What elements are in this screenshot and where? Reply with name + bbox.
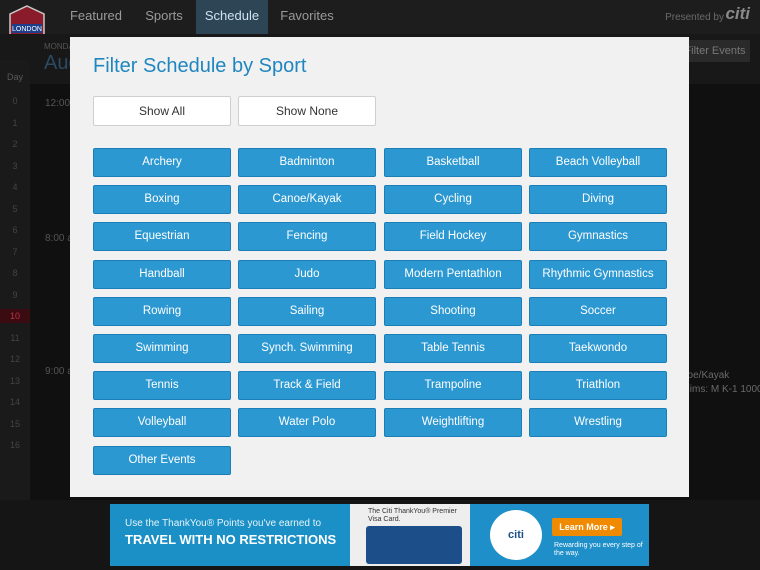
day-number[interactable]: 9 — [0, 288, 30, 302]
show-all-button[interactable]: Show All — [93, 96, 231, 126]
sport-filter-button[interactable]: Badminton — [238, 148, 376, 177]
day-number[interactable]: 15 — [0, 417, 30, 431]
ad-banner[interactable]: Use the ThankYou® Points you've earned t… — [110, 504, 649, 566]
day-number[interactable]: 14 — [0, 395, 30, 409]
ad-reward-text: Rewarding you every step of the way. — [554, 542, 643, 557]
sport-filter-button[interactable]: Wrestling — [529, 408, 667, 438]
ad-tagline: TRAVEL WITH NO RESTRICTIONS — [125, 532, 337, 547]
sport-filter-button[interactable]: Handball — [93, 259, 231, 289]
day-number[interactable]: 1 — [0, 116, 30, 130]
sport-filter-button[interactable]: Diving — [529, 185, 667, 215]
sport-filter-button[interactable]: Table Tennis — [384, 334, 522, 363]
day-number[interactable]: 2 — [0, 137, 30, 151]
day-number[interactable]: 3 — [0, 159, 30, 173]
event-name-text: elims: M K-1 1000 — [682, 384, 760, 395]
sport-filter-button[interactable]: Rowing — [93, 296, 231, 326]
tab-featured[interactable]: Featured — [62, 0, 130, 34]
day-label: Day — [6, 72, 23, 82]
day-number[interactable]: 6 — [0, 223, 30, 237]
sport-filter-button[interactable]: Gymnastics — [529, 222, 667, 252]
sport-filter-button[interactable]: Judo — [238, 259, 376, 289]
sport-filter-button[interactable]: Boxing — [93, 185, 231, 215]
ad-headline: Use the ThankYou® Points you've earned t… — [125, 518, 322, 529]
citi-logo: citi — [725, 4, 750, 23]
day-number[interactable]: 5 — [0, 202, 30, 216]
sport-filter-button[interactable]: Track & Field — [238, 371, 376, 401]
ad-card-title: The Citi ThankYou® Premier Visa Card. — [368, 508, 457, 523]
show-none-button[interactable]: Show None — [238, 96, 376, 126]
sport-filter-button[interactable]: Field Hockey — [384, 222, 522, 252]
svg-text:LONDON: LONDON — [12, 26, 42, 33]
modal-title: Filter Schedule by Sport — [93, 55, 307, 77]
day-number[interactable]: 7 — [0, 245, 30, 259]
schedule-time: 12:00 — [45, 98, 71, 109]
sport-filter-button[interactable]: Synch. Swimming — [238, 334, 376, 363]
schedule-time: 9:00 a — [45, 366, 73, 377]
presented-by-label: Presented by — [665, 12, 724, 23]
day-number[interactable]: 8 — [0, 266, 30, 280]
filter-modal: Filter Schedule by Sport Show All Show N… — [70, 37, 689, 497]
sport-filter-button[interactable]: Equestrian — [93, 222, 231, 252]
day-number[interactable]: 13 — [0, 374, 30, 388]
sport-filter-button[interactable]: Cycling — [384, 185, 522, 215]
sport-filter-button[interactable]: Beach Volleyball — [529, 148, 667, 177]
sport-filter-button[interactable]: Other Events — [93, 445, 231, 475]
sport-filter-button[interactable]: Taekwondo — [529, 334, 667, 363]
day-number[interactable]: 4 — [0, 180, 30, 194]
sport-filter-button[interactable]: Water Polo — [238, 408, 376, 438]
event-sport-text: noe/Kayak — [682, 370, 730, 381]
sport-filter-button[interactable]: Swimming — [93, 334, 231, 363]
day-number[interactable]: 11 — [0, 331, 30, 345]
tab-favorites[interactable]: Favorites — [272, 0, 342, 34]
sport-filter-button[interactable]: Weightlifting — [384, 408, 522, 438]
sport-filter-button[interactable]: Soccer — [529, 296, 667, 326]
sport-filter-button[interactable]: Trampoline — [384, 371, 522, 401]
ad-left-panel: Use the ThankYou® Points you've earned t… — [110, 504, 350, 566]
citi-circle-logo: citi — [490, 510, 542, 560]
sport-filter-button[interactable]: Volleyball — [93, 408, 231, 438]
sport-filter-button[interactable]: Basketball — [384, 148, 522, 177]
sport-filter-button[interactable]: Canoe/Kayak — [238, 185, 376, 215]
sport-filter-button[interactable]: Modern Pentathlon — [384, 259, 522, 289]
day-number[interactable]: 0 — [0, 94, 30, 108]
tab-schedule[interactable]: Schedule — [196, 0, 268, 34]
learn-more-button[interactable]: Learn More ▸ — [552, 518, 622, 536]
ad-card-panel: The Citi ThankYou® Premier Visa Card. — [350, 504, 470, 566]
filter-events-button[interactable]: Filter Events — [680, 40, 750, 62]
day-number[interactable]: 16 — [0, 438, 30, 452]
sport-filter-button[interactable]: Sailing — [238, 296, 376, 326]
credit-card-image — [366, 526, 462, 564]
day-number[interactable]: 10 — [0, 309, 30, 323]
sport-filter-button[interactable]: Rhythmic Gymnastics — [529, 259, 667, 289]
top-nav-bar: LONDON Featured Sports Schedule Favorite… — [0, 0, 760, 55]
sport-filter-button[interactable]: Tennis — [93, 371, 231, 401]
sport-filter-button[interactable]: Triathlon — [529, 371, 667, 401]
schedule-time: 8:00 a — [45, 233, 73, 244]
sport-filter-button[interactable]: Fencing — [238, 222, 376, 252]
day-number[interactable]: 12 — [0, 352, 30, 366]
sport-filter-button[interactable]: Archery — [93, 148, 231, 177]
sport-filter-button[interactable]: Shooting — [384, 296, 522, 326]
tab-sports[interactable]: Sports — [136, 0, 192, 34]
